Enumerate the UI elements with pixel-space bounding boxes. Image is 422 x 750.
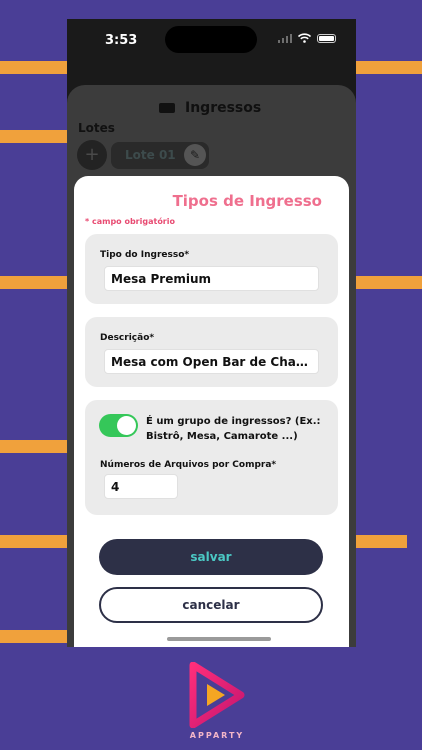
background-header: Ingressos (159, 100, 261, 116)
stripe-left-1 (0, 61, 67, 74)
stripe-left-3 (0, 276, 67, 289)
lote-chip[interactable]: Lote 01 ✎ (111, 142, 209, 169)
status-time: 3:53 (105, 33, 138, 48)
stripe-left-2 (0, 130, 67, 143)
ticket-type-label: Tipo do Ingresso* (100, 250, 190, 260)
pencil-icon[interactable]: ✎ (184, 144, 206, 166)
required-note: * campo obrigatório (85, 217, 175, 226)
apparty-logo-icon (189, 662, 245, 728)
save-button[interactable]: salvar (99, 539, 323, 575)
brand-name: APPARTY (189, 731, 245, 740)
ticket-icon (159, 103, 175, 113)
files-per-purchase-input[interactable]: 4 (104, 474, 178, 499)
home-indicator (167, 637, 271, 641)
files-per-purchase-label: Números de Arquivos por Compra* (100, 460, 277, 470)
lote-chip-label: Lote 01 (125, 148, 176, 162)
group-toggle[interactable] (99, 414, 138, 437)
status-icons (278, 33, 336, 43)
stripe-right-2 (356, 276, 422, 289)
cancel-button[interactable]: cancelar (99, 587, 323, 623)
add-lote-button[interactable]: + (77, 140, 107, 170)
wifi-icon (298, 33, 311, 43)
stripe-right-3 (356, 535, 407, 548)
modal-title: Tipos de Ingresso (172, 192, 322, 210)
stripe-left-4 (0, 440, 67, 453)
description-input[interactable]: Mesa com Open Bar de Champagne (104, 349, 319, 374)
ticket-type-modal: Tipos de Ingresso * campo obrigatório Ti… (74, 176, 349, 647)
ticket-type-input[interactable]: Mesa Premium (104, 266, 319, 291)
description-label: Descrição* (100, 333, 155, 343)
signal-icon (278, 33, 292, 43)
lotes-label: Lotes (78, 121, 115, 135)
description-card: Descrição* Mesa com Open Bar de Champagn… (85, 317, 338, 387)
stripe-right-1 (356, 61, 422, 74)
group-toggle-label: É um grupo de ingressos? (Ex.: Bistrô, M… (146, 416, 321, 442)
battery-icon (317, 33, 336, 43)
group-card: É um grupo de ingressos? (Ex.: Bistrô, M… (85, 400, 338, 515)
background-title: Ingressos (185, 100, 262, 116)
status-bar: 3:53 (67, 19, 356, 63)
stripe-left-6 (0, 630, 67, 643)
stripe-left-5 (0, 535, 67, 548)
toggle-knob (117, 416, 136, 435)
dynamic-island (165, 26, 257, 53)
phone-screen: 3:53 Ingressos Lotes + Lote 01 ✎ Tipos d… (67, 19, 356, 647)
ticket-type-card: Tipo do Ingresso* Mesa Premium (85, 234, 338, 304)
